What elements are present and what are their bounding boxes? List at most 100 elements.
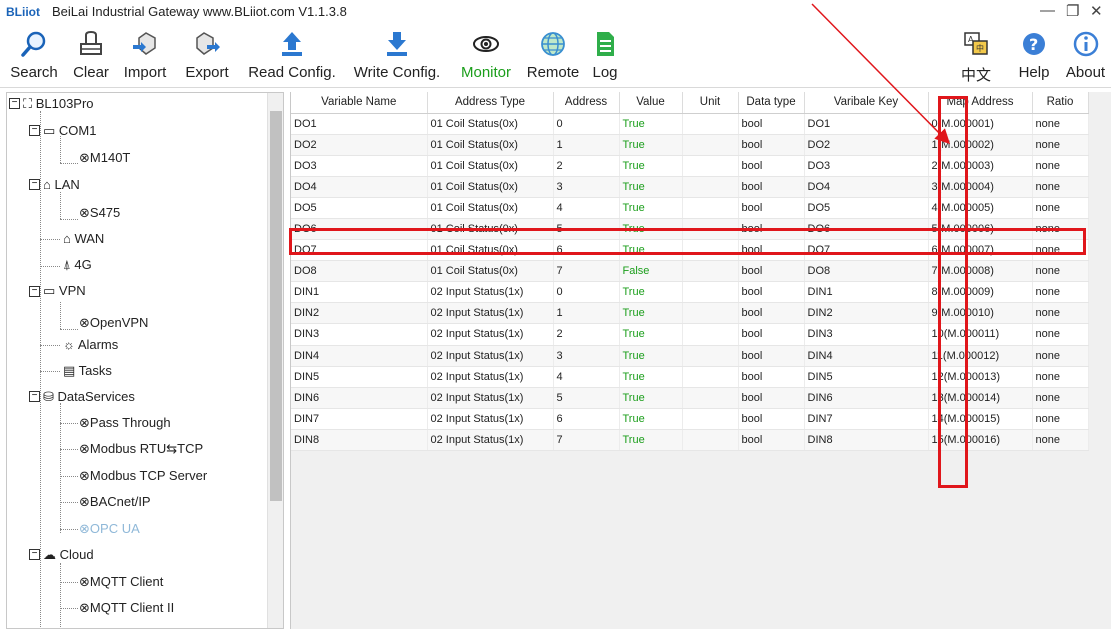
cell-ratio[interactable]: none [1032, 155, 1089, 177]
cell-variable-key[interactable]: DO1 [804, 113, 929, 135]
cell-variable-name[interactable]: DIN7 [291, 408, 428, 430]
cell-data-type[interactable]: bool [738, 302, 805, 325]
cell-address-type[interactable]: 01 Coil Status(0x) [427, 113, 554, 135]
minimize-button[interactable]: — [1040, 2, 1055, 19]
tree-item-root[interactable]: ⛶ BL103Pro [23, 96, 94, 112]
col-variable-name[interactable]: Variable Name [291, 92, 428, 114]
col-unit[interactable]: Unit [682, 92, 739, 114]
table-row[interactable]: DO2 01 Coil Status(0x) 1 True bool DO2 1(M.000… [291, 134, 1089, 156]
table-row[interactable]: DIN8 02 Input Status(1x) 7 True bool DIN8 15(M… [291, 429, 1089, 452]
cell-ratio[interactable]: none [1032, 281, 1089, 304]
restore-button[interactable]: ❐ [1066, 2, 1079, 20]
col-value[interactable]: Value [619, 92, 683, 114]
cell-value[interactable]: True [619, 197, 683, 219]
close-button[interactable]: ✕ [1090, 2, 1103, 20]
about-button[interactable]: About [1060, 26, 1111, 88]
table-row[interactable]: DIN7 02 Input Status(1x) 6 True bool DIN7 14(M… [291, 408, 1089, 430]
cell-variable-key[interactable]: DIN1 [804, 281, 929, 304]
table-row[interactable]: DIN4 02 Input Status(1x) 3 True bool DIN4 11(M… [291, 345, 1089, 367]
cell-variable-name[interactable]: DIN2 [291, 302, 428, 325]
cell-unit[interactable] [682, 155, 739, 177]
cell-variable-name[interactable]: DIN3 [291, 323, 428, 346]
cell-address[interactable]: 0 [553, 113, 620, 135]
cell-value[interactable]: True [619, 155, 683, 177]
cell-address[interactable]: 2 [553, 323, 620, 346]
cell-address[interactable]: 7 [553, 260, 620, 283]
help-button[interactable]: ? Help [1010, 26, 1058, 88]
col-data-type[interactable]: Data type [738, 92, 805, 114]
cell-address[interactable]: 7 [553, 429, 620, 452]
cell-address[interactable]: 5 [553, 387, 620, 409]
cell-data-type[interactable]: bool [738, 429, 805, 452]
tree-item-modbus-rtu-tcp[interactable]: ⊗Modbus RTU⇆TCP [79, 441, 203, 457]
cell-address-type[interactable]: 02 Input Status(1x) [427, 366, 554, 388]
cell-address[interactable]: 6 [553, 408, 620, 430]
monitor-button[interactable]: Monitor [450, 26, 522, 88]
tree-item-openvpn[interactable]: ⊗OpenVPN [79, 315, 148, 331]
cell-ratio[interactable]: none [1032, 429, 1089, 452]
tree-item-com1[interactable]: ▭ COM1 [43, 123, 96, 139]
tree-item-cloud[interactable]: ☁ Cloud [43, 547, 94, 563]
import-button[interactable]: Import [114, 26, 176, 88]
table-row[interactable]: DIN1 02 Input Status(1x) 0 True bool DIN1 8(M.… [291, 281, 1089, 304]
col-variable-key[interactable]: Varibale Key [804, 92, 929, 114]
expand-toggle[interactable]: − [29, 125, 40, 136]
table-row[interactable]: DIN3 02 Input Status(1x) 2 True bool DIN3 10(M… [291, 323, 1089, 346]
tree-item-wan[interactable]: ⌂ WAN [63, 231, 104, 246]
table-row[interactable]: DO3 01 Coil Status(0x) 2 True bool DO3 2(M.000… [291, 155, 1089, 177]
cell-value[interactable]: True [619, 345, 683, 367]
cell-value[interactable]: True [619, 134, 683, 156]
cell-ratio[interactable]: none [1032, 345, 1089, 367]
cell-value[interactable]: True [619, 176, 683, 198]
cell-unit[interactable] [682, 323, 739, 346]
cell-data-type[interactable]: bool [738, 345, 805, 367]
cell-value[interactable]: False [619, 260, 683, 283]
cell-variable-key[interactable]: DIN7 [804, 408, 929, 430]
table-row[interactable]: DIN5 02 Input Status(1x) 4 True bool DIN5 12(M… [291, 366, 1089, 388]
cell-unit[interactable] [682, 134, 739, 156]
cell-variable-key[interactable]: DIN4 [804, 345, 929, 367]
cell-data-type[interactable]: bool [738, 176, 805, 198]
cell-value[interactable]: True [619, 281, 683, 304]
cell-address[interactable]: 2 [553, 155, 620, 177]
cell-unit[interactable] [682, 113, 739, 135]
cell-variable-key[interactable]: DO8 [804, 260, 929, 283]
tree-item-mqtt-client[interactable]: ⊗MQTT Client [79, 574, 163, 590]
table-row[interactable]: DIN2 02 Input Status(1x) 1 True bool DIN2 9(M.… [291, 302, 1089, 325]
tree-scrollbar-thumb[interactable] [270, 111, 282, 501]
cell-address-type[interactable]: 02 Input Status(1x) [427, 429, 554, 452]
cell-variable-name[interactable]: DIN4 [291, 345, 428, 367]
cell-variable-name[interactable]: DO2 [291, 134, 428, 156]
cell-data-type[interactable]: bool [738, 366, 805, 388]
cell-address[interactable]: 4 [553, 366, 620, 388]
cell-unit[interactable] [682, 345, 739, 367]
cell-data-type[interactable]: bool [738, 155, 805, 177]
cell-unit[interactable] [682, 429, 739, 452]
cell-value[interactable]: True [619, 408, 683, 430]
cell-ratio[interactable]: none [1032, 260, 1089, 283]
cell-variable-key[interactable]: DIN3 [804, 323, 929, 346]
cell-address-type[interactable]: 01 Coil Status(0x) [427, 176, 554, 198]
cell-variable-key[interactable]: DIN8 [804, 429, 929, 452]
cell-ratio[interactable]: none [1032, 323, 1089, 346]
col-address[interactable]: Address [553, 92, 620, 114]
cell-data-type[interactable]: bool [738, 134, 805, 156]
cell-variable-name[interactable]: DO8 [291, 260, 428, 283]
cell-address[interactable]: 3 [553, 176, 620, 198]
cell-unit[interactable] [682, 366, 739, 388]
tree-item-opcua[interactable]: ⊗OPC UA [79, 521, 140, 537]
cell-address[interactable]: 3 [553, 345, 620, 367]
cell-variable-key[interactable]: DIN6 [804, 387, 929, 409]
cell-unit[interactable] [682, 408, 739, 430]
clear-button[interactable]: Clear [68, 26, 114, 88]
cell-address-type[interactable]: 02 Input Status(1x) [427, 302, 554, 325]
cell-data-type[interactable]: bool [738, 323, 805, 346]
expand-toggle[interactable]: − [29, 286, 40, 297]
cell-address-type[interactable]: 01 Coil Status(0x) [427, 260, 554, 283]
read-config-button[interactable]: Read Config. [240, 26, 344, 88]
tree-item-s475[interactable]: ⊗S475 [79, 205, 120, 221]
cell-variable-key[interactable]: DIN2 [804, 302, 929, 325]
cell-unit[interactable] [682, 387, 739, 409]
export-button[interactable]: Export [176, 26, 238, 88]
cell-variable-name[interactable]: DIN6 [291, 387, 428, 409]
